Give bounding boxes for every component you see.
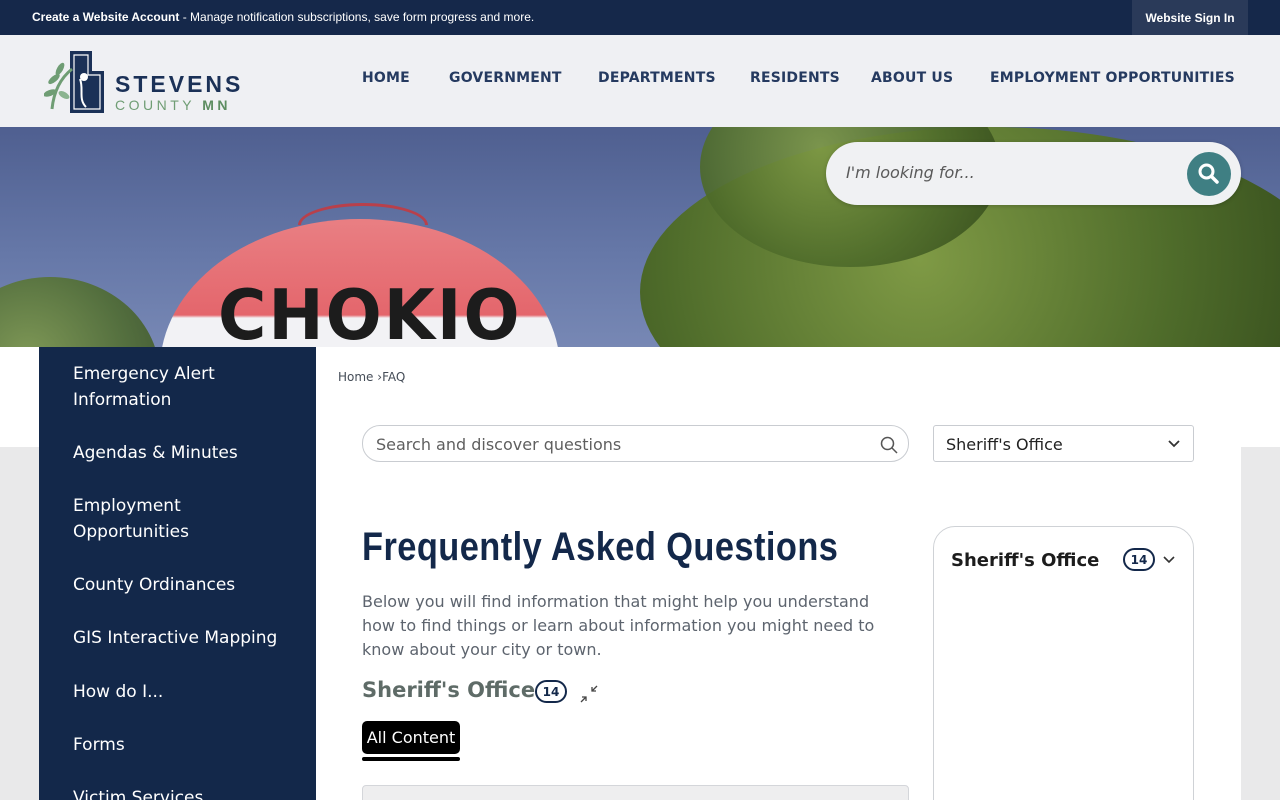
site-header: STEVENS COUNTY MN HOME GOVERNMENT DEPART…	[0, 35, 1280, 127]
search-icon	[1198, 163, 1219, 184]
nav-about-us[interactable]: ABOUT US	[871, 70, 953, 86]
logo-county-word: COUNTY	[115, 97, 203, 113]
sidebar-menu: Emergency Alert Information Agendas & Mi…	[39, 347, 316, 800]
account-message: Create a Website Account - Manage notifi…	[32, 10, 534, 24]
site-search-button[interactable]	[1187, 152, 1231, 196]
sidebar-item-agendas-minutes[interactable]: Agendas & Minutes	[73, 440, 293, 466]
search-icon[interactable]	[880, 436, 898, 454]
nav-residents[interactable]: RESIDENTS	[750, 70, 840, 86]
sidebar-item-gis-mapping[interactable]: GIS Interactive Mapping	[73, 625, 293, 651]
section-count-badge: 14	[535, 680, 567, 703]
main-content: Home ›FAQ Search and discover questions …	[316, 347, 1241, 800]
nav-home[interactable]: HOME	[362, 70, 410, 86]
category-card: Sheriff's Office 14	[933, 526, 1194, 800]
category-card-title[interactable]: Sheriff's Office	[951, 550, 1099, 571]
sidebar-item-victim-services[interactable]: Victim Services	[73, 785, 293, 800]
section-title: Sheriff's Office	[362, 678, 536, 702]
sidebar-item-county-ordinances[interactable]: County Ordinances	[73, 572, 293, 598]
nav-employment-opportunities[interactable]: EMPLOYMENT OPPORTUNITIES	[990, 70, 1235, 86]
faq-list-item[interactable]	[362, 785, 909, 800]
page-description: Below you will find information that mig…	[362, 592, 875, 659]
nav-departments[interactable]: DEPARTMENTS	[598, 70, 716, 86]
logo-stevens-text: STEVENS	[115, 71, 244, 97]
site-search-box[interactable]: I'm looking for...	[826, 142, 1241, 205]
faq-search-input[interactable]: Search and discover questions	[362, 425, 909, 462]
category-select[interactable]: Sheriff's Office	[933, 425, 1194, 462]
breadcrumb-current[interactable]: FAQ	[382, 370, 405, 384]
chevron-down-icon	[1168, 440, 1180, 448]
logo-county-text: COUNTY MN	[115, 97, 231, 113]
sidebar-item-emergency-alert[interactable]: Emergency Alert Information	[73, 361, 293, 413]
sidebar-item-employment[interactable]: Employment Opportunities	[73, 493, 293, 545]
page-title: Frequently Asked Questions	[362, 525, 839, 569]
active-tab-indicator	[362, 757, 460, 761]
tab-all-content[interactable]: All Content	[362, 721, 460, 754]
site-search-placeholder: I'm looking for...	[846, 163, 975, 182]
website-sign-in-button[interactable]: Website Sign In	[1132, 0, 1248, 35]
county-shape-icon	[43, 51, 104, 113]
category-select-value: Sheriff's Office	[946, 435, 1063, 454]
top-notification-bar: Create a Website Account - Manage notifi…	[0, 0, 1280, 35]
nav-government[interactable]: GOVERNMENT	[449, 70, 562, 86]
site-logo[interactable]: STEVENS COUNTY MN	[43, 49, 244, 115]
chevron-down-icon[interactable]	[1162, 555, 1176, 565]
water-tower-text: CHOKIO	[218, 275, 522, 356]
collapse-icon[interactable]	[579, 684, 599, 704]
breadcrumb: Home ›FAQ	[338, 370, 405, 384]
category-count-badge: 14	[1123, 548, 1155, 571]
faq-search-placeholder: Search and discover questions	[376, 435, 622, 454]
account-message-text: - Manage notification subscriptions, sav…	[179, 10, 535, 24]
create-account-link[interactable]: Create a Website Account	[32, 10, 179, 24]
logo-mn-word: MN	[202, 97, 232, 113]
sidebar-item-how-do-i[interactable]: How do I...	[73, 679, 293, 705]
breadcrumb-home[interactable]: Home	[338, 370, 373, 384]
sidebar-item-forms[interactable]: Forms	[73, 732, 293, 758]
